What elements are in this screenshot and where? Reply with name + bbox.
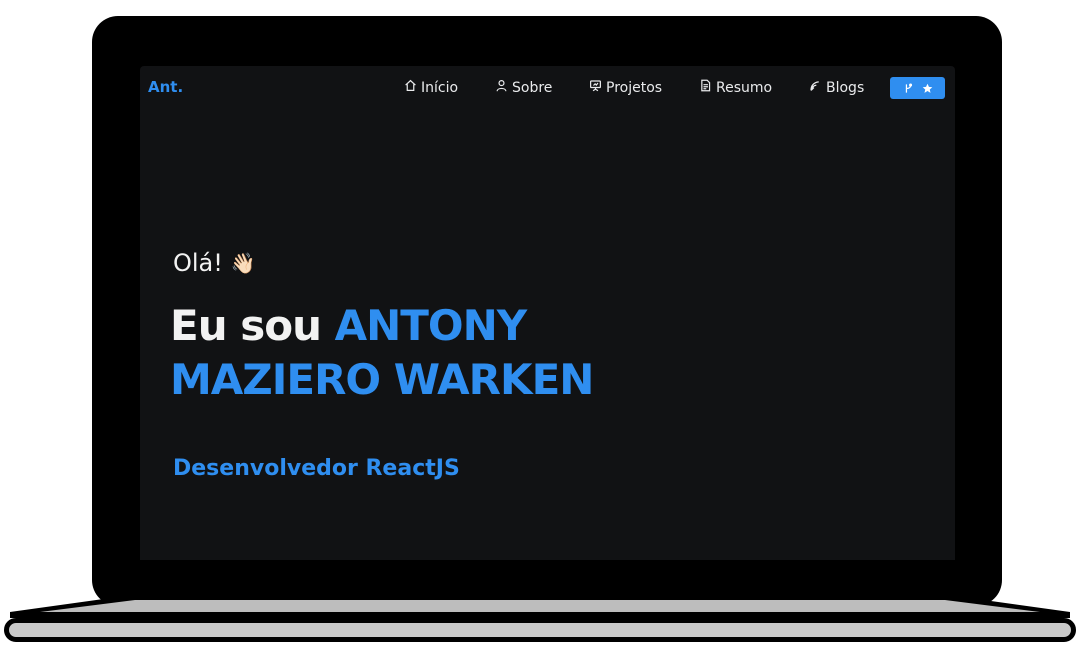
home-icon xyxy=(404,79,417,96)
nav-item-resumo[interactable]: Resumo xyxy=(699,79,772,96)
wave-emoji: 👋🏻 xyxy=(230,251,256,275)
name-part1: ANTONY xyxy=(334,301,528,350)
laptop-base xyxy=(4,618,1076,642)
git-fork-icon xyxy=(903,79,914,98)
nav-item-sobre[interactable]: Sobre xyxy=(495,79,552,96)
intro-text: Eu sou xyxy=(170,301,322,350)
document-icon xyxy=(699,79,712,96)
nav-label-resumo: Resumo xyxy=(716,79,773,96)
name-part2: MAZIERO WARKEN xyxy=(170,355,594,404)
star-icon xyxy=(922,79,933,98)
user-icon xyxy=(495,79,508,96)
nav-item-inicio[interactable]: Início xyxy=(404,79,458,96)
brand-logo[interactable]: Ant. xyxy=(148,78,183,96)
github-star-button[interactable] xyxy=(890,77,945,99)
nav-label-sobre: Sobre xyxy=(512,79,553,96)
role-text: Desenvolvedor ReactJS xyxy=(173,456,460,481)
nav-label-projetos: Projetos xyxy=(606,79,663,96)
feed-icon xyxy=(809,79,822,96)
nav-label-blogs: Blogs xyxy=(826,79,865,96)
presentation-icon xyxy=(589,79,602,96)
nav-item-projetos[interactable]: Projetos xyxy=(589,79,662,96)
nav-label-inicio: Início xyxy=(421,79,459,96)
nav-item-blogs[interactable]: Blogs xyxy=(809,79,864,96)
hero-headline: Eu sou ANTONY MAZIERO WARKEN xyxy=(170,299,730,407)
website-screen: Ant. Início Sobre Projetos Resumo Blogs … xyxy=(140,66,955,560)
laptop-base-deck xyxy=(0,596,1080,618)
navbar: Ant. Início Sobre Projetos Resumo Blogs xyxy=(140,66,955,110)
greeting-text: Olá! xyxy=(173,249,223,277)
hero-greeting: Olá! 👋🏻 xyxy=(173,249,256,277)
